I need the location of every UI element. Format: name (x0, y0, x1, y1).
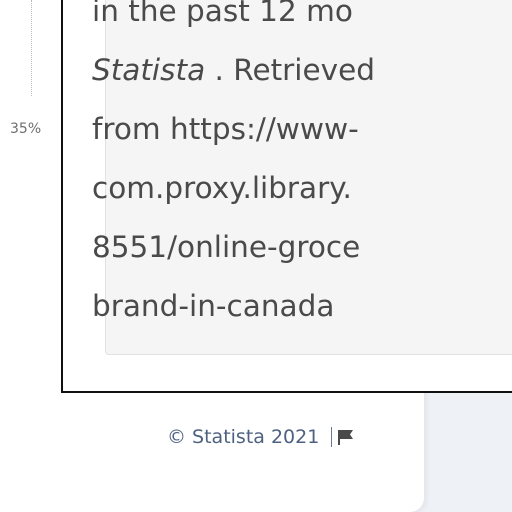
statistic-page: 35% in the past 12 mo Statista . Retriev… (0, 0, 512, 512)
y-axis-tick-label: 35% (10, 121, 42, 137)
citation-line-3: from https://www- (92, 112, 359, 146)
copyright-text: © Statista 2021 (167, 426, 320, 448)
chart-gridline (31, 0, 32, 96)
citation-source-name: Statista (92, 53, 206, 87)
citation-line-4: com.proxy.library. (92, 171, 352, 205)
citation-text: in the past 12 mo Statista . Retrieved f… (92, 0, 512, 336)
citation-line-2: . Retrieved (205, 53, 375, 87)
footer-separator (331, 427, 333, 447)
citation-line-1: in the past 12 mo (92, 0, 353, 28)
footer: © Statista 2021 (167, 426, 356, 448)
citation-line-6: brand-in-canada (92, 289, 335, 323)
flag-icon[interactable] (336, 427, 356, 447)
citation-line-5: 8551/online-groce (92, 230, 361, 264)
